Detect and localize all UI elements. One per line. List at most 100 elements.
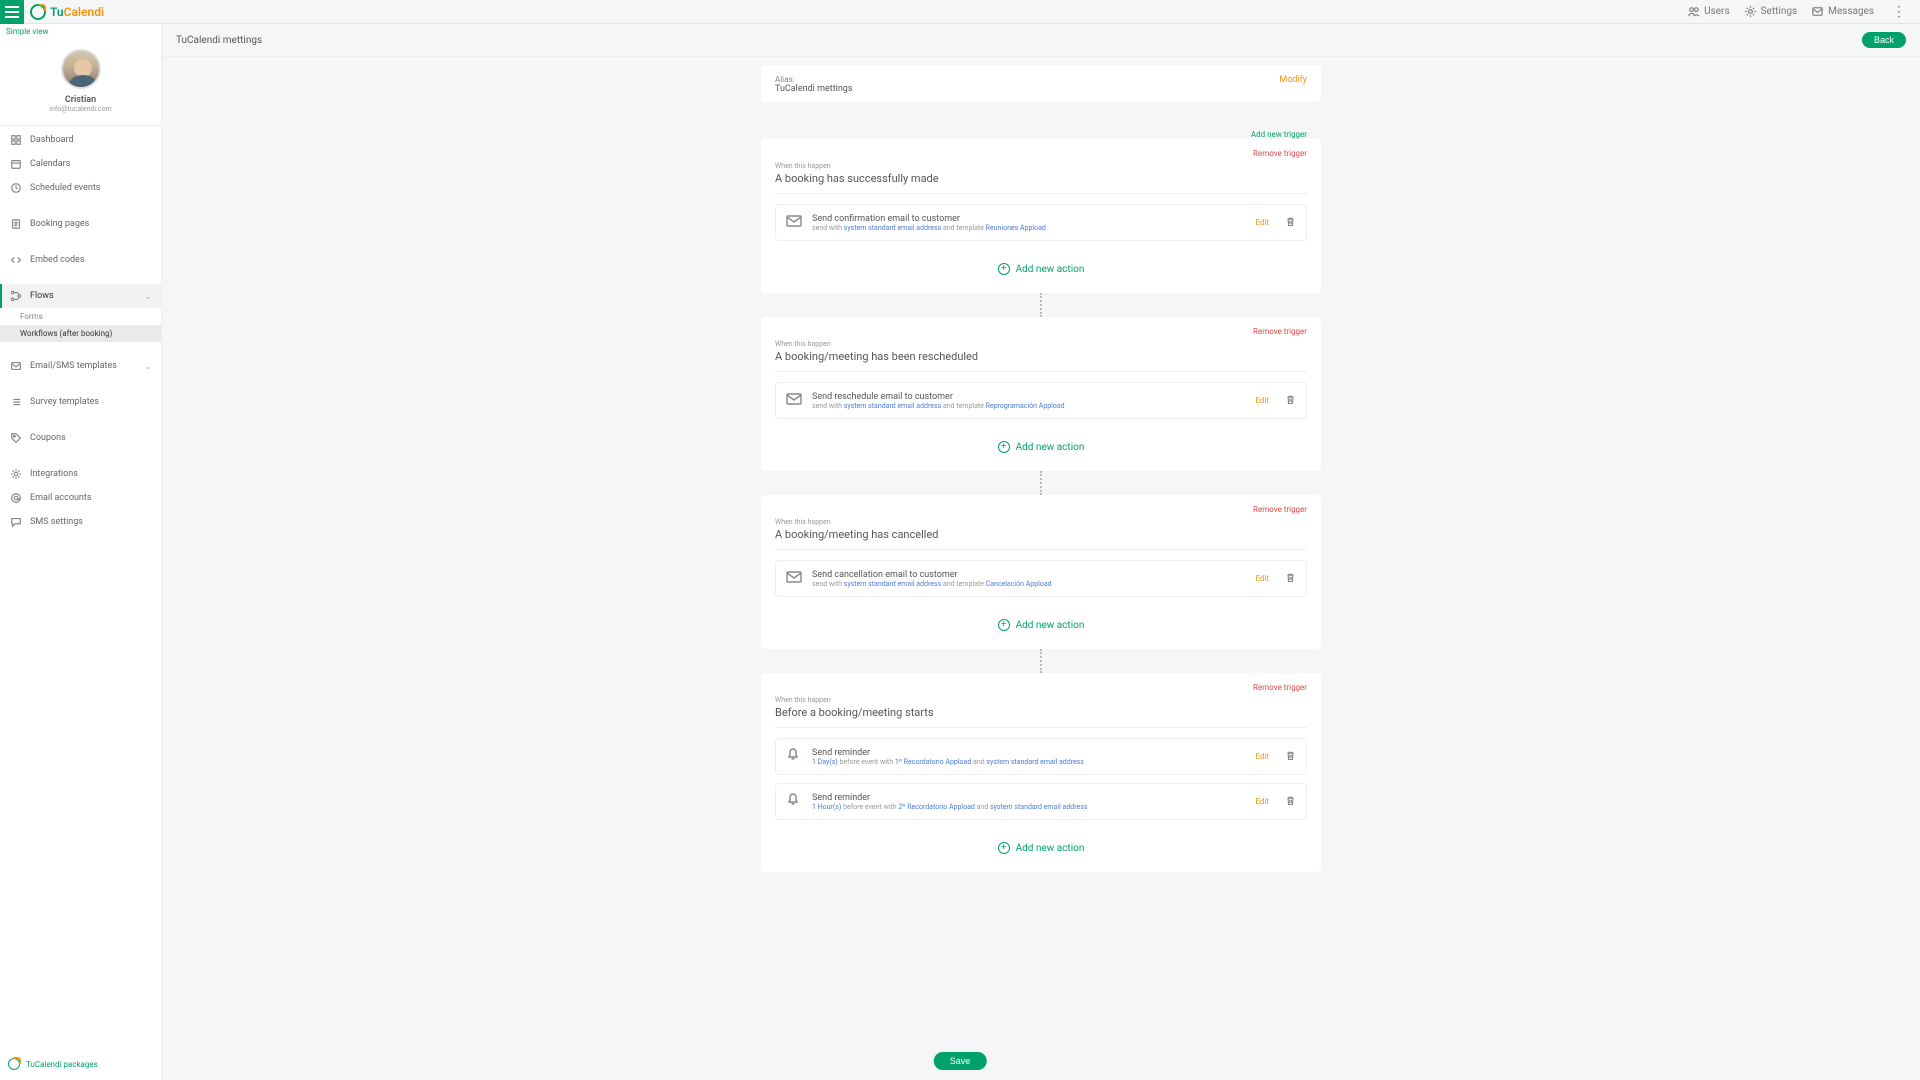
sidebar-item-dashboard[interactable]: Dashboard [0, 128, 161, 152]
mail-icon [786, 569, 802, 588]
gear-icon [1744, 5, 1757, 18]
action-title: Send reminder [812, 793, 1245, 803]
sidebar-item-email-accounts[interactable]: Email accounts [0, 486, 161, 510]
modify-link[interactable]: Modify [1279, 75, 1307, 85]
workflow-content: Alias: TuCalendi mettings Modify Add new… [761, 65, 1321, 872]
trigger-title: A booking/meeting has cancelled [775, 528, 1307, 541]
trigger-connector [1040, 293, 1042, 317]
action-row: Send reschedule email to customer send w… [775, 382, 1307, 419]
messages-label: Messages [1828, 6, 1874, 17]
messages-link[interactable]: Messages [1811, 5, 1874, 18]
delete-action-button[interactable] [1285, 795, 1296, 809]
users-link[interactable]: Users [1687, 5, 1730, 18]
action-title: Send reschedule email to customer [812, 392, 1245, 402]
brand-icon [8, 1058, 20, 1070]
sidebar: Simple view Cristian info@tucalendi.com … [0, 24, 162, 1080]
action-desc: 1 Hour(s) before event with 2º Recordato… [812, 803, 1245, 811]
alias-value: TuCalendi mettings [775, 84, 853, 94]
page-title: TuCalendi mettings [176, 35, 262, 46]
sidebar-item-flows[interactable]: Flows⌄ [0, 284, 161, 308]
delete-action-button[interactable] [1285, 394, 1296, 408]
bell-icon [786, 792, 802, 811]
action-row: Send cancellation email to customer send… [775, 560, 1307, 597]
add-new-action-button[interactable]: + Add new action [775, 249, 1307, 279]
sidebar-item-scheduled-events[interactable]: Scheduled events [0, 176, 161, 200]
edit-action-link[interactable]: Edit [1255, 752, 1269, 761]
when-label: When this happen [775, 696, 1307, 704]
brand-icon [30, 4, 46, 20]
trigger-connector [1040, 649, 1042, 673]
sidebar-item-integrations[interactable]: Integrations [0, 462, 161, 486]
edit-action-link[interactable]: Edit [1255, 797, 1269, 806]
plus-icon: + [998, 619, 1010, 631]
delete-action-button[interactable] [1285, 572, 1296, 586]
settings-link[interactable]: Settings [1744, 5, 1798, 18]
add-new-trigger-link[interactable]: Add new trigger [761, 126, 1321, 139]
action-title: Send reminder [812, 748, 1245, 758]
sidebar-item-workflows[interactable]: Workflows (after booking) [0, 325, 161, 342]
delete-action-button[interactable] [1285, 750, 1296, 764]
sidebar-item-forms[interactable]: Forms [0, 308, 161, 325]
trigger-title: A booking/meeting has been rescheduled [775, 350, 1307, 363]
chevron-down-icon: ⌄ [144, 292, 151, 301]
settings-label: Settings [1761, 6, 1798, 17]
action-desc: send with system standard email address … [812, 402, 1245, 410]
more-menu[interactable]: ⋮ [1888, 4, 1910, 20]
remove-trigger-link[interactable]: Remove trigger [775, 683, 1307, 692]
trigger-connector [1040, 471, 1042, 495]
avatar [61, 49, 101, 89]
page-header: TuCalendi mettings Back [162, 24, 1920, 57]
when-label: When this happen [775, 162, 1307, 170]
plus-icon: + [998, 441, 1010, 453]
trigger-card: Remove trigger When this happen Before a… [761, 673, 1321, 872]
sidebar-item-booking-pages[interactable]: Booking pages [0, 212, 161, 236]
edit-action-link[interactable]: Edit [1255, 218, 1269, 227]
plus-icon: + [998, 263, 1010, 275]
users-icon [1687, 5, 1700, 18]
plus-icon: + [998, 842, 1010, 854]
edit-action-link[interactable]: Edit [1255, 574, 1269, 583]
chevron-down-icon: ⌄ [144, 362, 151, 371]
sidebar-item-templates[interactable]: Email/SMS templates⌄ [0, 354, 161, 378]
profile-name: Cristian [65, 95, 96, 105]
trigger-card: Remove trigger When this happen A bookin… [761, 139, 1321, 293]
trigger-title: Before a booking/meeting starts [775, 706, 1307, 719]
action-title: Send cancellation email to customer [812, 570, 1245, 580]
remove-trigger-link[interactable]: Remove trigger [775, 505, 1307, 514]
profile[interactable]: Cristian info@tucalendi.com [0, 39, 161, 126]
action-desc: send with system standard email address … [812, 224, 1245, 232]
add-new-action-button[interactable]: + Add new action [775, 427, 1307, 457]
hamburger-menu[interactable] [0, 0, 24, 24]
back-button[interactable]: Back [1862, 32, 1906, 48]
action-desc: send with system standard email address … [812, 580, 1245, 588]
users-label: Users [1704, 6, 1730, 17]
when-label: When this happen [775, 340, 1307, 348]
add-new-action-button[interactable]: + Add new action [775, 828, 1307, 858]
sidebar-item-sms-settings[interactable]: SMS settings [0, 510, 161, 534]
alias-label: Alias: [775, 75, 853, 84]
trigger-card: Remove trigger When this happen A bookin… [761, 317, 1321, 471]
brand-logo[interactable]: TuCalendi [30, 4, 104, 20]
action-desc: 1 Day(s) before event with 1º Recordator… [812, 758, 1245, 766]
action-title: Send confirmation email to customer [812, 214, 1245, 224]
sidebar-item-coupons[interactable]: Coupons [0, 426, 161, 450]
delete-action-button[interactable] [1285, 216, 1296, 230]
sidebar-footer-packages[interactable]: TuCalendi packages [0, 1048, 161, 1080]
simple-view-toggle[interactable]: Simple view [0, 24, 161, 39]
action-row: Send reminder 1 Hour(s) before event wit… [775, 783, 1307, 820]
edit-action-link[interactable]: Edit [1255, 396, 1269, 405]
when-label: When this happen [775, 518, 1307, 526]
sidebar-item-embed-codes[interactable]: Embed codes [0, 248, 161, 272]
remove-trigger-link[interactable]: Remove trigger [775, 149, 1307, 158]
nav: Dashboard Calendars Scheduled events Boo… [0, 126, 161, 1048]
save-button[interactable]: Save [934, 1052, 987, 1070]
add-new-action-button[interactable]: + Add new action [775, 605, 1307, 635]
sidebar-item-calendars[interactable]: Calendars [0, 152, 161, 176]
mail-icon [786, 213, 802, 232]
profile-email: info@tucalendi.com [49, 105, 111, 113]
remove-trigger-link[interactable]: Remove trigger [775, 327, 1307, 336]
brand-text: TuCalendi [50, 5, 104, 19]
mail-icon [1811, 5, 1824, 18]
action-row: Send reminder 1 Day(s) before event with… [775, 738, 1307, 775]
sidebar-item-survey[interactable]: Survey templates [0, 390, 161, 414]
